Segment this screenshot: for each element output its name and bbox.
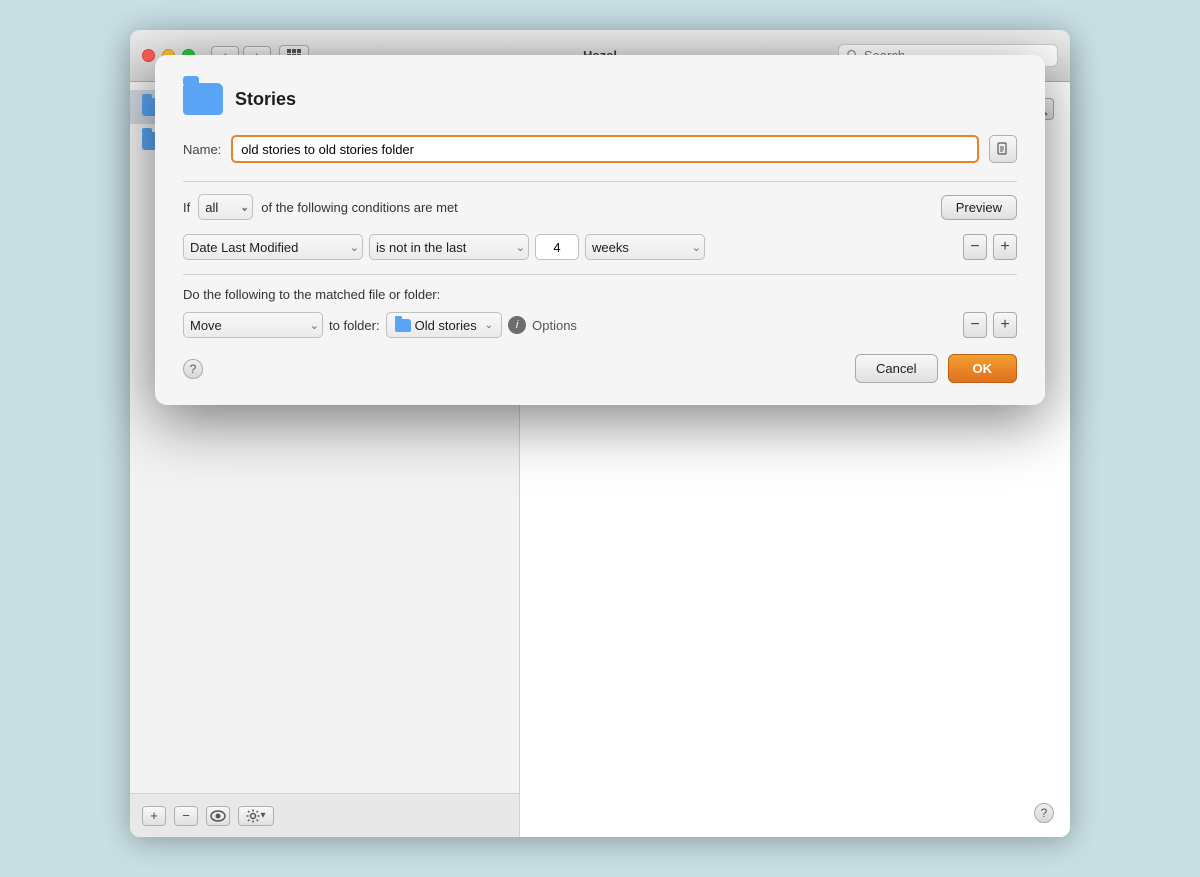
action-verb-wrapper[interactable]: Move Copy Delete: [183, 312, 323, 338]
name-row: Name:: [183, 135, 1017, 163]
all-select[interactable]: all any none: [198, 194, 253, 220]
divider-2: [183, 274, 1017, 275]
dialog-footer: ? Cancel OK: [183, 354, 1017, 383]
preview-button[interactable]: Preview: [941, 195, 1017, 220]
dialog-folder-icon: [183, 83, 223, 115]
action-verb-select[interactable]: Move Copy Delete: [183, 312, 323, 338]
action-remove-button[interactable]: −: [963, 312, 987, 338]
action-preposition: to folder:: [329, 318, 380, 333]
dialog-folder-name: Stories: [235, 89, 296, 110]
info-icon[interactable]: i: [508, 316, 526, 334]
actions-label: Do the following to the matched file or …: [183, 287, 1017, 302]
dialog: Stories Name: If all any none ⌄ of the f…: [155, 55, 1045, 405]
condition-remove-button[interactable]: −: [963, 234, 987, 260]
sidebar-toolbar: + − ▾: [130, 793, 519, 837]
ok-button[interactable]: OK: [948, 354, 1018, 383]
conditions-if-text: If: [183, 200, 190, 215]
cancel-button[interactable]: Cancel: [855, 354, 937, 383]
sidebar-add-button[interactable]: +: [142, 806, 166, 826]
action-add-button[interactable]: +: [993, 312, 1017, 338]
dialog-header: Stories: [183, 83, 1017, 115]
document-icon: [996, 142, 1010, 156]
condition-add-button[interactable]: +: [993, 234, 1017, 260]
condition-value-input[interactable]: [535, 234, 579, 260]
options-text: Options: [532, 318, 577, 333]
operator-select[interactable]: is not in the last is in the last is bef…: [369, 234, 529, 260]
divider-1: [183, 181, 1017, 182]
actions-section: Do the following to the matched file or …: [183, 287, 1017, 338]
eye-icon: [210, 810, 226, 822]
name-input[interactable]: [231, 135, 979, 163]
name-label: Name:: [183, 142, 221, 157]
action-folder-name: Old stories: [415, 318, 477, 333]
sidebar-eye-button[interactable]: [206, 806, 230, 826]
name-icon-button[interactable]: [989, 135, 1017, 163]
attribute-select-wrapper[interactable]: Date Last Modified Date Created Name Siz…: [183, 234, 363, 260]
folder-chevron-icon: ⌄: [485, 320, 493, 331]
operator-select-wrapper[interactable]: is not in the last is in the last is bef…: [369, 234, 529, 260]
attribute-select[interactable]: Date Last Modified Date Created Name Siz…: [183, 234, 363, 260]
sidebar-remove-button[interactable]: −: [174, 806, 198, 826]
action-folder-icon: [395, 319, 411, 332]
unit-select[interactable]: weeks days months years: [585, 234, 705, 260]
footer-buttons: Cancel OK: [855, 354, 1017, 383]
gear-icon: [246, 809, 260, 823]
close-button[interactable]: [142, 49, 155, 62]
help-button[interactable]: ?: [1034, 803, 1054, 823]
condition-row: Date Last Modified Date Created Name Siz…: [183, 234, 1017, 260]
all-select-wrapper[interactable]: all any none ⌄: [198, 194, 253, 220]
conditions-suffix-text: of the following conditions are met: [261, 200, 458, 215]
folder-selector[interactable]: Old stories ⌄: [386, 312, 503, 338]
sidebar-gear-button[interactable]: ▾: [238, 806, 274, 826]
conditions-row: If all any none ⌄ of the following condi…: [183, 194, 1017, 220]
action-row: Move Copy Delete to folder: Old stories …: [183, 312, 1017, 338]
dialog-help-button[interactable]: ?: [183, 359, 203, 379]
unit-select-wrapper[interactable]: weeks days months years: [585, 234, 705, 260]
